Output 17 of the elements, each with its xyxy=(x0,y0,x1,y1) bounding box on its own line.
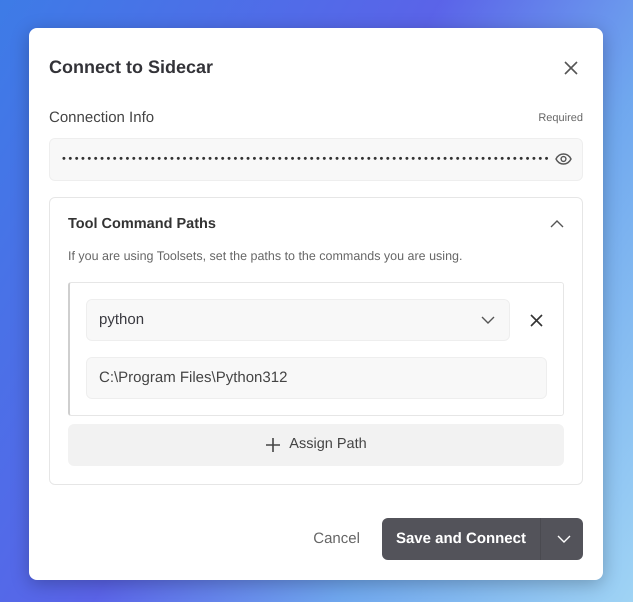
chevron-down-icon xyxy=(481,316,495,324)
plus-icon xyxy=(265,437,282,453)
remove-icon[interactable] xyxy=(530,314,543,326)
required-hint: Required xyxy=(538,111,583,126)
section-title: Tool Command Paths xyxy=(68,214,216,234)
command-select[interactable]: python xyxy=(86,299,510,341)
field-label: Connection Info xyxy=(49,108,154,128)
dialog-title: Connect to Sidecar xyxy=(49,56,214,79)
collapse-chevron-icon[interactable] xyxy=(550,220,564,228)
path-field[interactable]: C:\Program Files\Python312 xyxy=(86,357,547,399)
eye-icon[interactable] xyxy=(555,153,572,165)
assign-path-button[interactable]: Assign Path xyxy=(68,424,564,466)
section-description: If you are using Toolsets, set the paths to the commands you are using. xyxy=(68,248,464,266)
chevron-down-icon[interactable] xyxy=(557,535,571,543)
close-icon[interactable] xyxy=(563,60,579,76)
password-field[interactable]: ••••••••••••••••••••••••••••••••••••••••••••••••••••••••••••••••••••••••••••• xyxy=(49,138,583,180)
cancel-button[interactable]: Cancel xyxy=(307,526,366,552)
